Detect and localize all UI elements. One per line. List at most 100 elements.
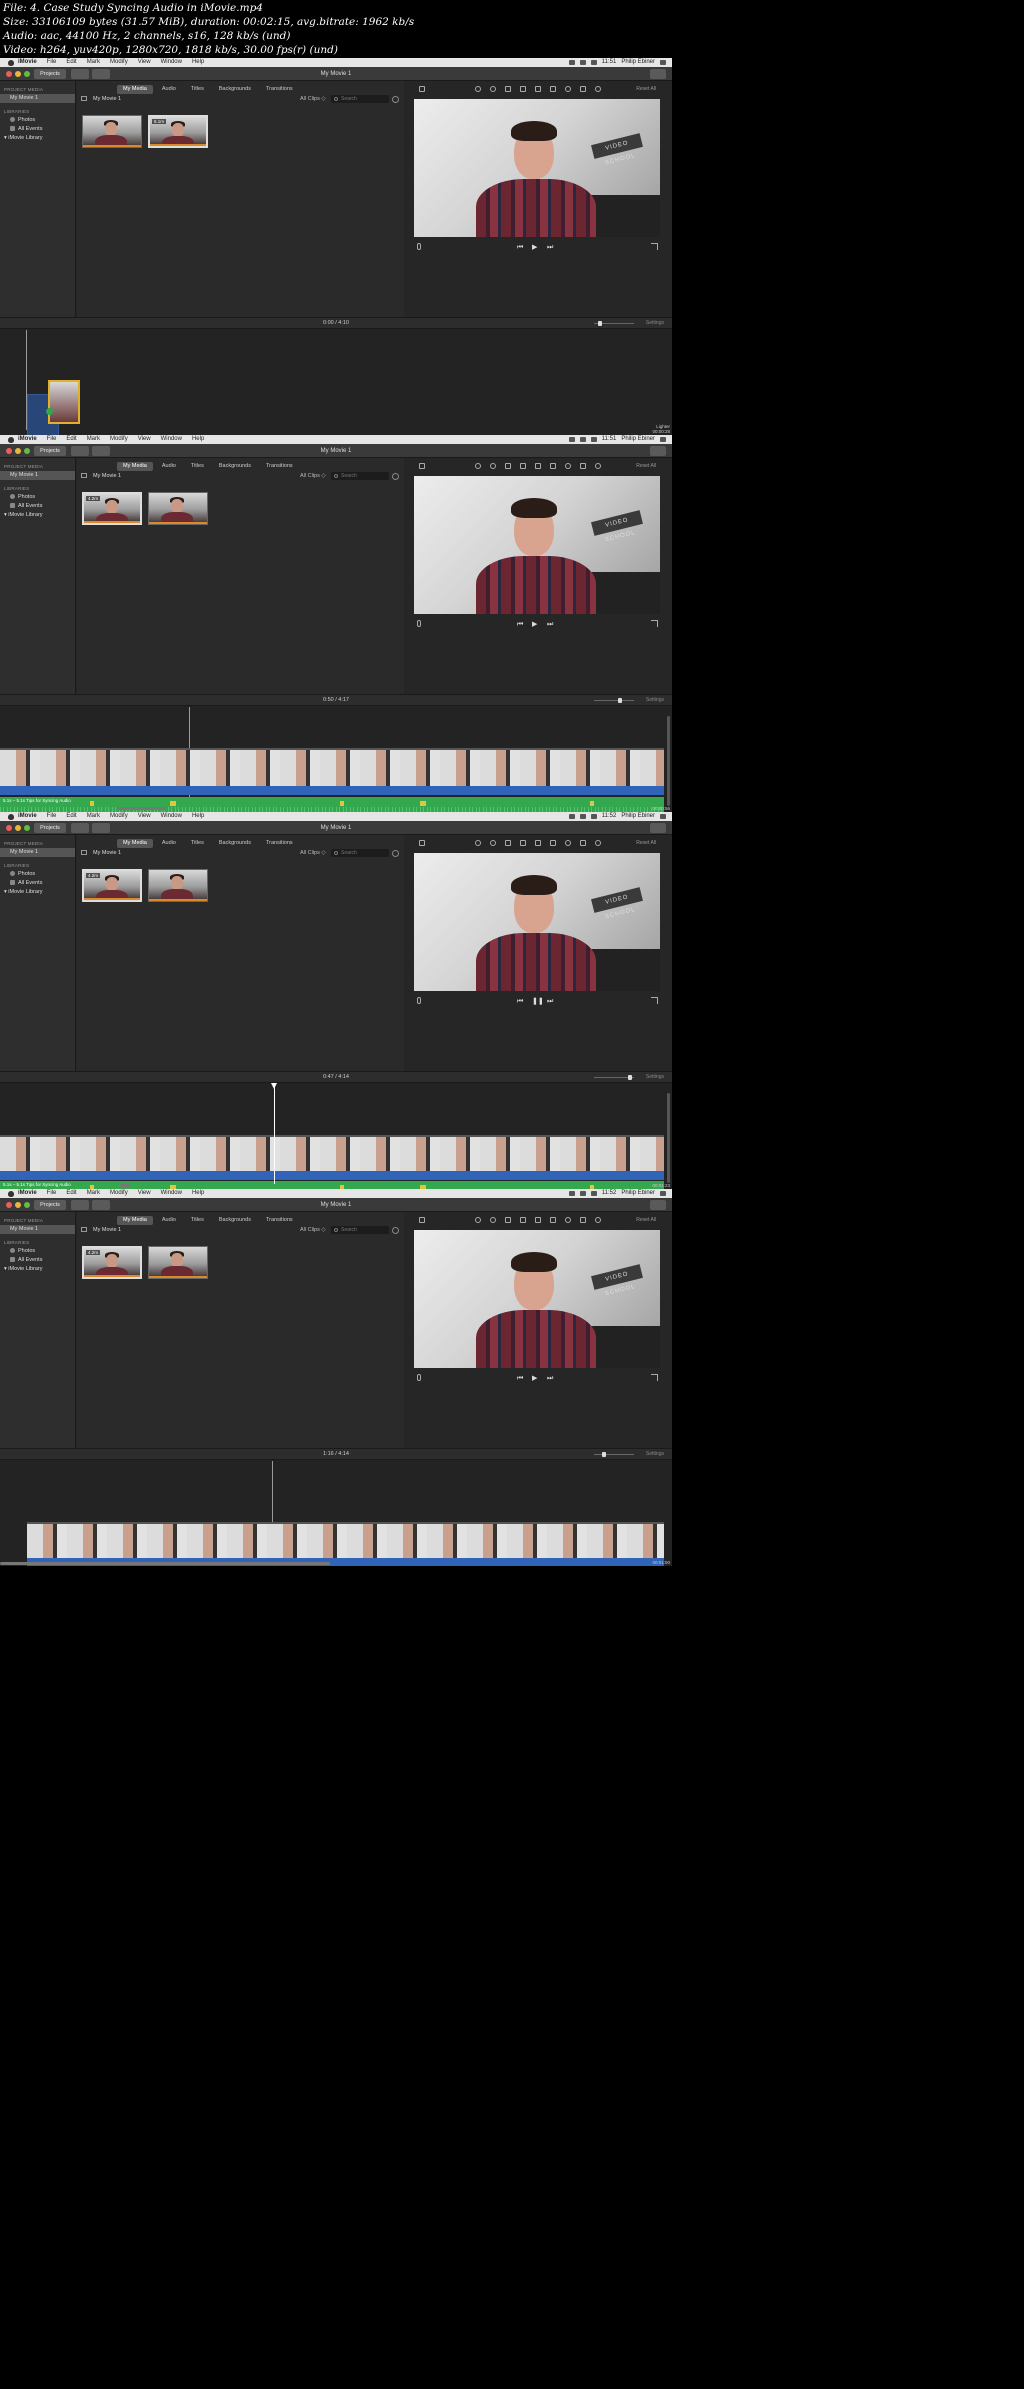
share-button[interactable] bbox=[650, 69, 666, 79]
crop-icon[interactable] bbox=[505, 1217, 511, 1223]
battery-icon[interactable] bbox=[590, 1191, 597, 1196]
search-icon[interactable] bbox=[660, 60, 666, 65]
media-clip-thumbnail[interactable] bbox=[82, 115, 142, 148]
menu-file[interactable]: File bbox=[47, 812, 57, 821]
detached-audio-clip[interactable]: 5.1s – 5.1s Tips for Syncing Audio bbox=[0, 797, 664, 812]
battery-icon[interactable] bbox=[590, 814, 597, 819]
clock[interactable]: 11:52 bbox=[602, 1189, 617, 1198]
menu-view[interactable]: View bbox=[138, 435, 151, 444]
volume-icon[interactable] bbox=[535, 463, 541, 469]
wifi-icon[interactable] bbox=[579, 1191, 586, 1196]
equalizer-icon[interactable] bbox=[550, 1217, 556, 1223]
timeline[interactable] bbox=[0, 329, 672, 435]
clock[interactable]: 11:51 bbox=[602, 435, 617, 444]
microphone-icon[interactable] bbox=[417, 997, 421, 1004]
apple-icon[interactable] bbox=[8, 1190, 14, 1197]
clip-filter-select[interactable]: All Clips ◇ bbox=[300, 473, 326, 479]
stabilization-icon[interactable] bbox=[520, 463, 526, 469]
user-name[interactable]: Philip Ebiner bbox=[621, 812, 655, 821]
share-button[interactable] bbox=[650, 823, 666, 833]
tab-backgrounds[interactable]: Backgrounds bbox=[213, 1216, 257, 1225]
user-name[interactable]: Philip Ebiner bbox=[621, 58, 655, 67]
sidebar-item-imovie-library[interactable]: ▾ iMovie Library bbox=[0, 888, 75, 897]
tab-transitions[interactable]: Transitions bbox=[260, 839, 299, 848]
sidebar-item-imovie-library[interactable]: ▾ iMovie Library bbox=[0, 511, 75, 520]
search-icon[interactable] bbox=[660, 1191, 666, 1196]
equalizer-icon[interactable] bbox=[550, 86, 556, 92]
menu-mark[interactable]: Mark bbox=[87, 1189, 100, 1198]
menu-app-name[interactable]: iMovie bbox=[18, 1189, 37, 1198]
color-balance-icon[interactable] bbox=[475, 86, 481, 92]
noise-reduction-icon[interactable] bbox=[580, 86, 586, 92]
clip-filter-select[interactable]: All Clips ◇ bbox=[300, 96, 326, 102]
color-balance-icon[interactable] bbox=[475, 840, 481, 846]
zoom-slider-knob[interactable] bbox=[598, 321, 602, 326]
skip-back-icon[interactable]: ⏮ bbox=[517, 244, 523, 251]
menu-window[interactable]: Window bbox=[161, 812, 182, 821]
sidebar-toggle-icon[interactable] bbox=[81, 850, 87, 856]
media-clip-thumbnail[interactable]: 4.2m bbox=[82, 492, 142, 525]
timeline-settings-button[interactable]: Settings bbox=[646, 1072, 664, 1083]
tab-titles[interactable]: Titles bbox=[185, 462, 210, 471]
menu-app-name[interactable]: iMovie bbox=[18, 812, 37, 821]
noise-reduction-icon[interactable] bbox=[580, 840, 586, 846]
menu-app-name[interactable]: iMovie bbox=[18, 435, 37, 444]
sidebar-item-photos[interactable]: Photos bbox=[0, 116, 75, 125]
menu-edit[interactable]: Edit bbox=[66, 812, 76, 821]
horizontal-scrollbar[interactable] bbox=[0, 1562, 330, 1565]
color-correction-icon[interactable] bbox=[490, 1217, 496, 1223]
video-clip[interactable] bbox=[0, 1135, 664, 1173]
color-correction-icon[interactable] bbox=[490, 840, 496, 846]
menu-window[interactable]: Window bbox=[161, 1189, 182, 1198]
gear-icon[interactable] bbox=[392, 96, 399, 103]
vertical-scrollbar[interactable] bbox=[667, 716, 670, 806]
crop-icon[interactable] bbox=[505, 463, 511, 469]
wifi-icon[interactable] bbox=[579, 814, 586, 819]
tab-transitions[interactable]: Transitions bbox=[260, 462, 299, 471]
search-icon[interactable] bbox=[660, 814, 666, 819]
timeline[interactable]: 5.1s – 5.1s Tips for Syncing Audio bbox=[0, 706, 672, 812]
clock[interactable]: 11:52 bbox=[602, 812, 617, 821]
menu-modify[interactable]: Modify bbox=[110, 812, 128, 821]
media-clip-thumbnail[interactable]: 4.2m bbox=[82, 1246, 142, 1279]
menu-help[interactable]: Help bbox=[192, 58, 204, 67]
volume-icon[interactable] bbox=[535, 1217, 541, 1223]
speed-icon[interactable] bbox=[565, 840, 571, 846]
play-pause-icon[interactable]: ▶ bbox=[532, 1375, 537, 1382]
video-audio-waveform[interactable] bbox=[0, 1171, 664, 1180]
apple-icon[interactable] bbox=[8, 59, 14, 66]
menu-edit[interactable]: Edit bbox=[66, 435, 76, 444]
play-pause-icon[interactable]: ▶ bbox=[532, 621, 537, 628]
sidebar-item-photos[interactable]: Photos bbox=[0, 1247, 75, 1256]
gear-icon[interactable] bbox=[392, 1227, 399, 1234]
menu-modify[interactable]: Modify bbox=[110, 1189, 128, 1198]
sidebar-item-project[interactable]: My Movie 1 bbox=[0, 1225, 75, 1234]
volume-icon[interactable] bbox=[535, 86, 541, 92]
skip-back-icon[interactable]: ⏮ bbox=[517, 621, 523, 628]
status-icon[interactable] bbox=[568, 1191, 575, 1196]
sidebar-toggle-icon[interactable] bbox=[81, 96, 87, 102]
volume-icon[interactable] bbox=[535, 840, 541, 846]
sidebar-item-photos[interactable]: Photos bbox=[0, 870, 75, 879]
search-input[interactable]: Search bbox=[331, 849, 389, 857]
equalizer-icon[interactable] bbox=[550, 840, 556, 846]
tab-transitions[interactable]: Transitions bbox=[260, 1216, 299, 1225]
apple-icon[interactable] bbox=[8, 813, 14, 820]
tab-backgrounds[interactable]: Backgrounds bbox=[213, 462, 257, 471]
menu-mark[interactable]: Mark bbox=[87, 435, 100, 444]
media-clip-thumbnail[interactable]: 6.1m bbox=[148, 115, 208, 148]
dragged-clip[interactable] bbox=[46, 380, 80, 424]
menu-help[interactable]: Help bbox=[192, 1189, 204, 1198]
menu-file[interactable]: File bbox=[47, 58, 57, 67]
magic-wand-icon[interactable] bbox=[419, 1217, 425, 1223]
sidebar-item-all-events[interactable]: All Events bbox=[0, 879, 75, 888]
tab-my-media[interactable]: My Media bbox=[117, 1216, 153, 1225]
magic-wand-icon[interactable] bbox=[419, 463, 425, 469]
filter-icon[interactable] bbox=[595, 86, 601, 92]
magic-wand-icon[interactable] bbox=[419, 840, 425, 846]
zoom-slider[interactable] bbox=[594, 1075, 634, 1080]
gear-icon[interactable] bbox=[392, 473, 399, 480]
microphone-icon[interactable] bbox=[417, 243, 421, 250]
zoom-slider-knob[interactable] bbox=[618, 698, 622, 703]
zoom-slider[interactable] bbox=[594, 321, 634, 326]
